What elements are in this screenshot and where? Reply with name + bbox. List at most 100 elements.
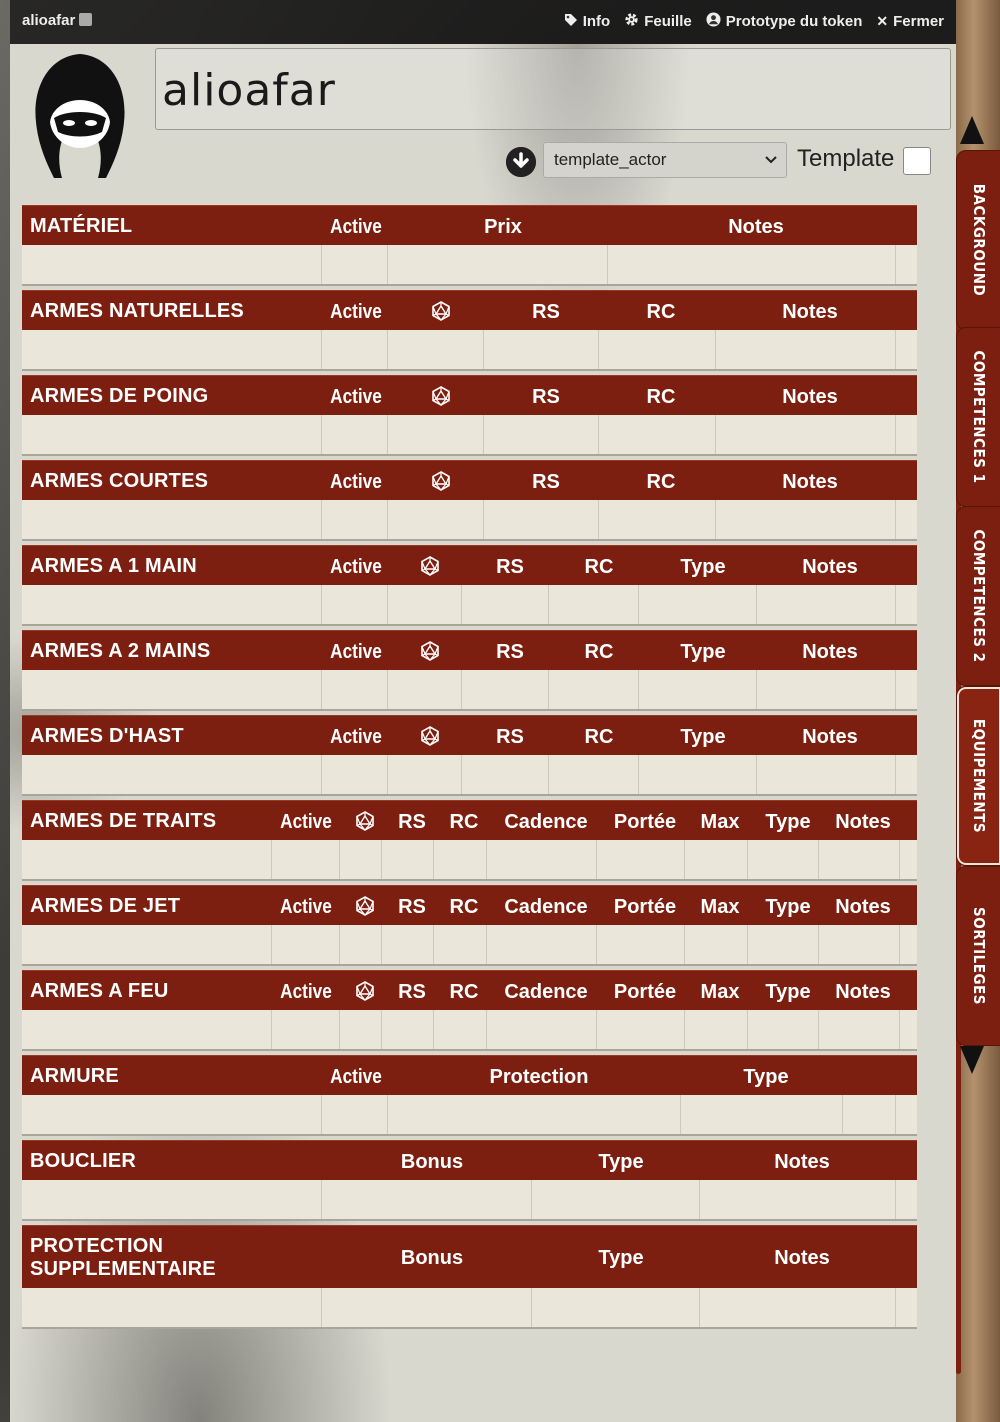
section-header: BOUCLIER Bonus Type Notes xyxy=(22,1140,917,1180)
col-prix: Prix xyxy=(484,216,522,238)
section-header: ARMES DE TRAITS Active RS RC Cadence Por… xyxy=(22,800,917,840)
section-header: ARMES A 2 MAINS Active RS RC Type Notes xyxy=(22,630,917,670)
col-notes: Notes xyxy=(835,896,891,918)
section-materiel: MATÉRIEL Active Prix Notes xyxy=(22,205,917,286)
col-active: Active xyxy=(330,471,382,493)
col-bonus: Bonus xyxy=(400,1151,464,1173)
col-notes: Notes xyxy=(835,981,891,1003)
table-row[interactable] xyxy=(22,585,917,626)
table-row[interactable] xyxy=(22,500,917,541)
section-header: PROTECTION SUPPLEMENTAIRE Bonus Type Note… xyxy=(22,1225,917,1288)
tag-icon xyxy=(564,13,578,30)
col-type: Type xyxy=(680,641,726,663)
section-title: ARMES NATURELLES xyxy=(30,300,244,322)
table-row[interactable] xyxy=(22,1180,917,1221)
tab-label: SORTILEGES xyxy=(970,907,988,1005)
col-active: Active xyxy=(330,726,382,748)
sheet-label: Feuille xyxy=(644,12,692,30)
table-row[interactable] xyxy=(22,330,917,371)
section-armes-de-poing: ARMES DE POING Active RS RC Notes xyxy=(22,375,917,456)
col-notes: Notes xyxy=(782,301,838,323)
tab-equipements[interactable]: EQUIPEMENTS xyxy=(956,686,1000,866)
tab-label: COMPETENCES 2 xyxy=(970,529,988,663)
col-type: Type xyxy=(680,556,726,578)
col-rs: RS xyxy=(398,981,426,1003)
table-row[interactable] xyxy=(22,1010,917,1051)
d20-icon xyxy=(431,386,451,412)
table-row[interactable] xyxy=(22,840,917,881)
col-type: Type xyxy=(765,811,811,833)
tab-competences-2[interactable]: COMPETENCES 2 xyxy=(956,506,1000,686)
window-title: alioafar xyxy=(22,12,93,29)
col-rs: RS xyxy=(532,386,560,408)
col-portee: Portée xyxy=(613,981,677,1003)
d20-icon xyxy=(420,641,440,667)
col-notes: Notes xyxy=(782,471,838,493)
download-icon[interactable] xyxy=(506,147,536,177)
sheet-button[interactable]: Feuille xyxy=(624,12,692,30)
info-label: Info xyxy=(582,12,611,30)
table-row[interactable] xyxy=(22,670,917,711)
section-title: BOUCLIER xyxy=(30,1150,137,1172)
close-button[interactable]: ✕ Fermer xyxy=(876,12,944,30)
table-row[interactable] xyxy=(22,755,917,796)
token-prototype-label: Prototype du token xyxy=(725,12,863,30)
tab-label: COMPETENCES 1 xyxy=(970,350,988,484)
tab-sortileges[interactable]: SORTILEGES xyxy=(956,866,1000,1046)
section-title: MATÉRIEL xyxy=(30,215,133,237)
section-title: ARMES A 2 MAINS xyxy=(30,640,211,662)
section-armes-courtes: ARMES COURTES Active RS RC Notes xyxy=(22,460,917,541)
table-row[interactable] xyxy=(22,925,917,966)
col-rc: RC xyxy=(449,811,479,833)
tab-competences-1[interactable]: COMPETENCES 1 xyxy=(956,327,1000,507)
actor-avatar[interactable] xyxy=(28,52,132,180)
col-rs: RS xyxy=(398,896,426,918)
col-notes: Notes xyxy=(774,1151,830,1173)
window-header[interactable]: alioafar Info Feuille Prototype du token… xyxy=(10,0,956,44)
section-header: ARMES A FEU Active RS RC Cadence Portée … xyxy=(22,970,917,1010)
token-prototype-button[interactable]: Prototype du token xyxy=(706,12,863,30)
section-armes-de-jet: ARMES DE JET Active RS RC Cadence Portée… xyxy=(22,885,917,966)
section-title: ARMURE xyxy=(30,1065,119,1087)
section-title-line-2: SUPPLEMENTAIRE xyxy=(30,1258,216,1280)
d20-icon xyxy=(420,726,440,752)
col-rs: RS xyxy=(496,641,524,663)
col-rs: RS xyxy=(532,301,560,323)
col-active: Active xyxy=(330,216,382,238)
col-portee: Portée xyxy=(613,896,677,918)
table-row[interactable] xyxy=(22,1288,917,1329)
section-title: PROTECTION SUPPLEMENTAIRE xyxy=(30,1235,216,1281)
window-controls: Info Feuille Prototype du token ✕ Fermer xyxy=(564,12,944,30)
tabs-scroll-down-icon[interactable] xyxy=(960,1046,984,1074)
section-title-line-1: PROTECTION xyxy=(30,1235,164,1257)
section-header: ARMES A 1 MAIN Active RS RC Type Notes xyxy=(22,545,917,585)
gear-icon xyxy=(624,12,639,30)
document-id-icon[interactable] xyxy=(79,13,93,26)
actor-name-field[interactable]: alioafar xyxy=(155,48,951,130)
table-row[interactable] xyxy=(22,415,917,456)
col-active: Active xyxy=(330,556,382,578)
tab-background[interactable]: BACKGROUND xyxy=(956,150,1000,330)
tabs-scroll-up-icon[interactable] xyxy=(960,116,984,144)
col-cadence: Cadence xyxy=(504,896,588,918)
col-type: Type xyxy=(680,726,726,748)
user-circle-icon xyxy=(706,12,721,30)
col-rc: RC xyxy=(646,301,676,323)
template-checkbox[interactable] xyxy=(903,147,931,175)
d20-icon xyxy=(420,556,440,582)
col-rc: RC xyxy=(646,386,676,408)
info-button[interactable]: Info xyxy=(564,12,611,30)
tab-label: EQUIPEMENTS xyxy=(970,718,988,834)
actor-name: alioafar xyxy=(162,65,336,116)
template-select[interactable]: template_actor xyxy=(543,142,787,178)
col-notes: Notes xyxy=(802,556,858,578)
col-notes: Notes xyxy=(802,726,858,748)
col-rs: RS xyxy=(532,471,560,493)
section-armes-naturelles: ARMES NATURELLES Active RS RC Notes xyxy=(22,290,917,371)
section-header: ARMES COURTES Active RS RC Notes xyxy=(22,460,917,500)
table-row[interactable] xyxy=(22,1095,917,1136)
section-header: ARMES NATURELLES Active RS RC Notes xyxy=(22,290,917,330)
col-rc: RC xyxy=(449,896,479,918)
col-bonus: Bonus xyxy=(400,1247,464,1269)
table-row[interactable] xyxy=(22,245,917,286)
